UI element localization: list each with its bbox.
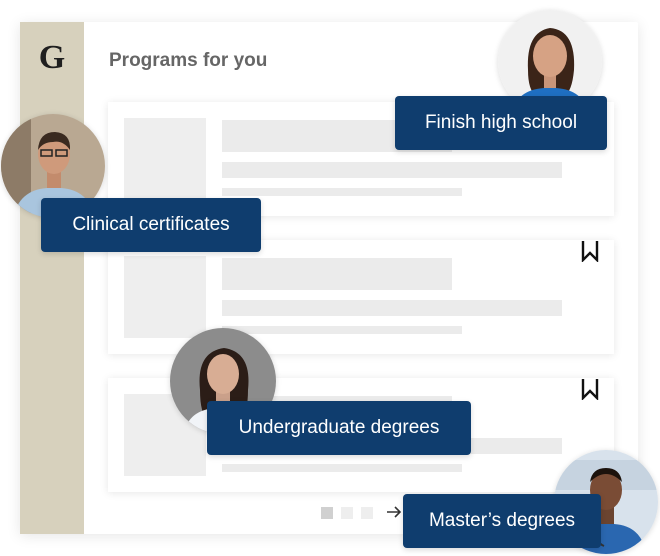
tag-masters-degrees[interactable]: Master’s degrees	[403, 494, 601, 548]
tag-finish-high-school[interactable]: Finish high school	[395, 96, 607, 150]
arrow-right-icon[interactable]	[386, 505, 402, 519]
card-line-placeholder	[222, 300, 562, 316]
pager-dot[interactable]	[361, 507, 373, 519]
program-card[interactable]	[108, 240, 614, 354]
tag-clinical-certificates[interactable]: Clinical certificates	[41, 198, 261, 252]
card-thumbnail-placeholder	[124, 256, 206, 338]
logo[interactable]: G	[32, 38, 72, 78]
card-title-placeholder	[222, 258, 452, 290]
pager-dot[interactable]	[341, 507, 353, 519]
bookmark-icon[interactable]	[581, 378, 599, 400]
card-line-placeholder	[222, 326, 462, 334]
card-line-placeholder	[222, 162, 562, 178]
card-thumbnail-placeholder	[124, 118, 206, 200]
tag-undergraduate-degrees[interactable]: Undergraduate degrees	[207, 401, 471, 455]
page-title: Programs for you	[109, 50, 268, 71]
pager-dot-active[interactable]	[321, 507, 333, 519]
sidebar	[20, 22, 84, 534]
card-line-placeholder	[222, 188, 462, 196]
card-line-placeholder	[222, 464, 462, 472]
bookmark-icon[interactable]	[581, 240, 599, 262]
